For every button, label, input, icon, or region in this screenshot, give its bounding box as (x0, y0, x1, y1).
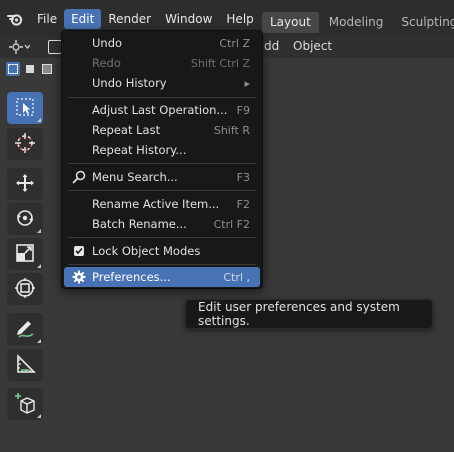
add-cube-icon (13, 391, 37, 418)
measure-tool[interactable] (7, 349, 43, 381)
transform-tool[interactable] (7, 273, 43, 305)
undo-label: Undo (92, 36, 123, 50)
select-extend-icon[interactable] (23, 62, 37, 76)
separator (68, 264, 256, 265)
annotate-tool[interactable] (7, 313, 43, 345)
search-icon (72, 170, 86, 184)
mode-select-icon[interactable] (48, 40, 62, 54)
cursor-icon (14, 132, 36, 157)
menu-item-undo-history[interactable]: Undo History ▸ (64, 73, 260, 93)
separator (68, 237, 256, 238)
separator (68, 97, 256, 98)
checkbox-checked-icon[interactable] (72, 244, 86, 258)
workspace-tabs: Layout Modeling Sculpting (262, 12, 454, 33)
transform-icon (14, 277, 36, 302)
menu-item-preferences[interactable]: Preferences... Ctrl , (64, 267, 260, 287)
rename-active-label: Rename Active Item... (92, 197, 220, 211)
menu-window[interactable]: Window (158, 9, 219, 29)
menu-item-redo[interactable]: Redo Shift Ctrl Z (64, 53, 260, 73)
cursor-tool[interactable] (7, 128, 43, 160)
add-menu[interactable]: dd (264, 39, 279, 53)
redo-label: Redo (92, 56, 121, 70)
tab-modeling[interactable]: Modeling (321, 12, 392, 33)
adjust-last-label: Adjust Last Operation... (92, 103, 228, 117)
blender-logo-icon[interactable] (6, 10, 24, 28)
batch-rename-shortcut: Ctrl F2 (213, 217, 250, 231)
select-new-icon[interactable] (6, 62, 20, 76)
menu-file[interactable]: File (30, 9, 64, 29)
menu-item-lock-object-modes[interactable]: Lock Object Modes (64, 241, 260, 261)
submenu-arrow-icon: ▸ (244, 76, 250, 90)
edit-menu-dropdown: Undo Ctrl Z Redo Shift Ctrl Z Undo Histo… (61, 30, 263, 289)
tooltip-text: Edit user preferences and system setting… (198, 300, 400, 328)
tab-sculpting[interactable]: Sculpting (393, 12, 454, 33)
rename-active-shortcut: F2 (236, 197, 250, 211)
menu-search-label: Menu Search... (92, 170, 178, 184)
object-menu[interactable]: Object (293, 39, 332, 53)
preferences-tooltip: Edit user preferences and system setting… (185, 299, 433, 329)
rotate-icon (14, 207, 36, 232)
gear-icon (72, 270, 86, 284)
tab-layout[interactable]: Layout (262, 12, 319, 33)
adjust-last-shortcut: F9 (236, 103, 250, 117)
editor-type-icon[interactable] (8, 38, 38, 56)
scale-icon (14, 242, 36, 267)
select-box-icon (15, 97, 35, 120)
menu-edit[interactable]: Edit (64, 9, 102, 29)
select-subtract-icon[interactable] (40, 62, 54, 76)
menu-item-menu-search[interactable]: Menu Search... F3 (64, 167, 260, 187)
move-tool[interactable] (7, 168, 43, 200)
menu-bar: File Edit Render Window Help (0, 8, 261, 30)
repeat-last-label: Repeat Last (92, 123, 161, 137)
lock-object-modes-label: Lock Object Modes (92, 244, 201, 258)
menu-render[interactable]: Render (101, 9, 158, 29)
preferences-label: Preferences... (92, 270, 171, 284)
scale-tool[interactable] (7, 238, 43, 270)
menu-item-undo[interactable]: Undo Ctrl Z (64, 33, 260, 53)
menu-item-repeat-history[interactable]: Repeat History... (64, 140, 260, 160)
rotate-tool[interactable] (7, 203, 43, 235)
batch-rename-label: Batch Rename... (92, 217, 187, 231)
select-mode-row (6, 62, 62, 80)
menu-item-batch-rename[interactable]: Batch Rename... Ctrl F2 (64, 214, 260, 234)
repeat-history-label: Repeat History... (92, 143, 187, 157)
repeat-last-shortcut: Shift R (213, 123, 250, 137)
undo-shortcut: Ctrl Z (219, 36, 250, 50)
menu-help[interactable]: Help (219, 9, 260, 29)
separator (68, 163, 256, 164)
menu-item-repeat-last[interactable]: Repeat Last Shift R (64, 120, 260, 140)
separator (68, 190, 256, 191)
preferences-shortcut: Ctrl , (223, 270, 250, 284)
menu-search-shortcut: F3 (236, 170, 250, 184)
move-icon (14, 172, 36, 197)
menu-item-adjust-last-operation[interactable]: Adjust Last Operation... F9 (64, 100, 260, 120)
measure-icon (14, 353, 36, 378)
menu-item-rename-active[interactable]: Rename Active Item... F2 (64, 194, 260, 214)
annotate-icon (14, 317, 36, 342)
select-box-tool[interactable] (7, 92, 43, 124)
add-cube-tool[interactable] (7, 388, 43, 420)
redo-shortcut: Shift Ctrl Z (190, 56, 250, 70)
undo-history-label: Undo History (92, 76, 167, 90)
